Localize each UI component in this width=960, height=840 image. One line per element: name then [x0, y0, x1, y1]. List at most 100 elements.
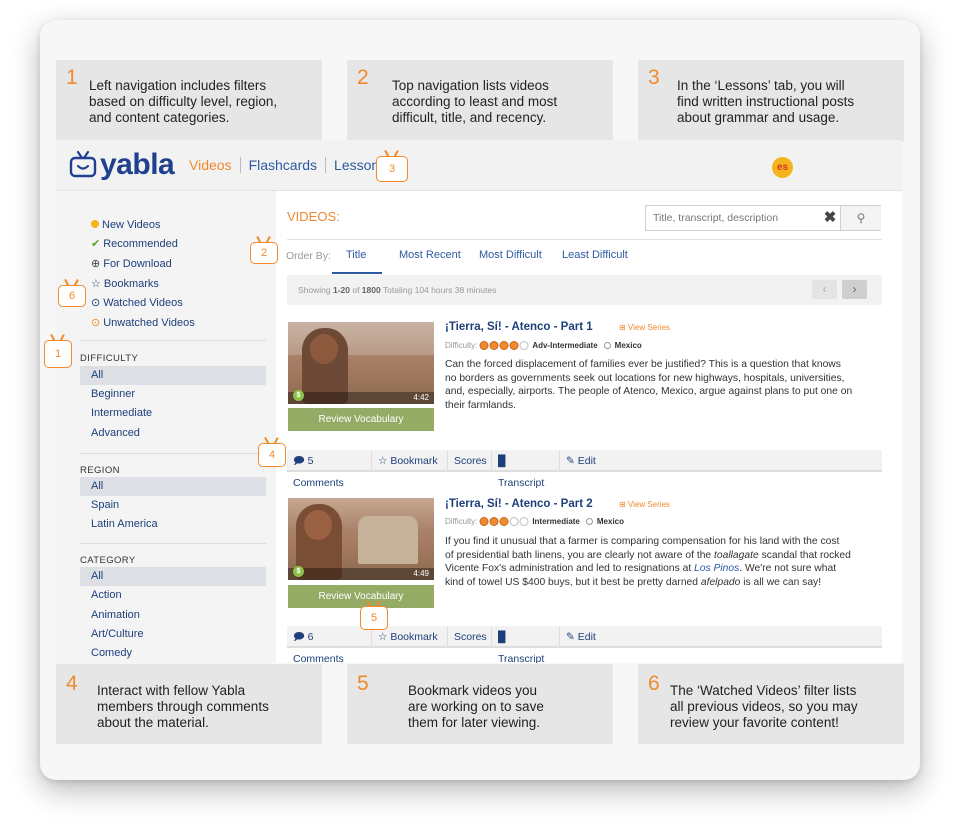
- next-page-button[interactable]: ›: [842, 280, 867, 299]
- category-comedy[interactable]: Comedy: [80, 644, 266, 663]
- search-icon[interactable]: ⚲: [840, 206, 881, 230]
- video-title[interactable]: ¡Tierra, Sí! - Atenco - Part 2: [445, 498, 593, 510]
- sidebar-divider: [80, 340, 266, 341]
- video-description: If you find it unusual that a farmer is …: [445, 536, 851, 588]
- los-pinos-link[interactable]: Los Pinos: [694, 563, 739, 574]
- callout-4: 4 Interact with fellow Yabla members thr…: [56, 664, 322, 744]
- document-icon: █: [498, 455, 506, 467]
- category-all[interactable]: All: [80, 567, 266, 586]
- marker-number: 6: [58, 285, 86, 307]
- rating-filled-icon: [499, 341, 509, 350]
- search-input[interactable]: [646, 206, 820, 230]
- transcript-button[interactable]: █ Transcript: [492, 450, 560, 489]
- filter-bookmarks[interactable]: ☆ Bookmarks: [91, 277, 159, 291]
- header-divider: [287, 239, 882, 240]
- difficulty-intermediate[interactable]: Intermediate: [80, 404, 266, 423]
- clear-icon[interactable]: ✖: [820, 206, 840, 230]
- video-title[interactable]: ¡Tierra, Sí! - Atenco - Part 1: [445, 321, 593, 333]
- search-box: ✖ ⚲: [645, 205, 881, 231]
- difficulty-rating-icon: [479, 517, 529, 526]
- sidebar-divider: [80, 543, 266, 544]
- marker-3: 3: [376, 150, 408, 184]
- scores-button[interactable]: Scores: [448, 626, 492, 648]
- callout-text: The ‘Watched Videos’ filter lists: [670, 683, 857, 698]
- marker-number: 3: [376, 156, 408, 182]
- rating-filled-icon: [489, 341, 499, 350]
- category-action[interactable]: Action: [80, 586, 266, 605]
- callout-number: 2: [357, 66, 369, 89]
- category-art-culture[interactable]: Art/Culture: [80, 625, 266, 644]
- results-bar: Showing 1-20 of 1800 Totaling 104 hours …: [287, 275, 882, 305]
- region-latin-america[interactable]: Latin America: [80, 515, 266, 534]
- order-tab-least-difficult[interactable]: Least Difficult: [562, 249, 628, 261]
- tv-logo-icon: [69, 150, 97, 178]
- marker-2: 2: [250, 236, 278, 266]
- difficulty-beginner[interactable]: Beginner: [80, 385, 266, 404]
- review-vocabulary-button[interactable]: Review Vocabulary: [288, 408, 434, 431]
- difficulty-all[interactable]: All: [80, 366, 266, 385]
- video-thumbnail[interactable]: $ 4:49: [288, 498, 434, 580]
- order-tab-most-recent[interactable]: Most Recent: [399, 249, 461, 261]
- callout-text: Bookmark videos you: [408, 683, 538, 698]
- check-icon: ✔: [91, 238, 101, 250]
- marker-number: 5: [360, 606, 388, 630]
- coin-icon: $: [293, 390, 304, 401]
- clock-icon: ⊙: [91, 297, 101, 309]
- video-description: Can the forced displacement of families …: [445, 359, 853, 411]
- scores-button[interactable]: Scores: [448, 450, 492, 472]
- video-thumbnail[interactable]: $ 4:42: [288, 322, 434, 404]
- filter-new-videos[interactable]: New Videos: [91, 218, 161, 232]
- comments-button[interactable]: 🗩 5 Comments: [287, 450, 372, 489]
- difficulty-rating-icon: [479, 341, 529, 350]
- callout-number: 5: [357, 672, 369, 695]
- marker-4: 4: [258, 437, 286, 469]
- region-spain[interactable]: Spain: [80, 496, 266, 515]
- callout-text: based on difficulty level, region,: [89, 94, 278, 109]
- prev-page-button[interactable]: ‹: [812, 280, 837, 299]
- category-animation[interactable]: Animation: [80, 606, 266, 625]
- rating-empty-icon: [509, 517, 519, 526]
- bookmark-button[interactable]: ☆ Bookmark: [372, 450, 448, 472]
- clock-orange-icon: ⊙: [91, 317, 101, 329]
- language-badge[interactable]: es: [772, 157, 793, 178]
- callout-text: Left navigation includes filters: [89, 78, 267, 93]
- globe-icon: [585, 517, 593, 525]
- marker-number: 2: [250, 242, 278, 264]
- marker-number: 4: [258, 443, 286, 467]
- callout-5: 5 Bookmark videos you are working on to …: [347, 664, 613, 744]
- callout-text: all previous videos, so you may: [670, 699, 858, 714]
- comments-icon: 🗩: [293, 631, 305, 643]
- marker-5: 5: [360, 600, 388, 632]
- nav-videos[interactable]: Videos: [189, 157, 241, 173]
- difficulty-advanced[interactable]: Advanced: [80, 424, 266, 443]
- rating-filled-icon: [489, 517, 499, 526]
- globe-icon: [603, 341, 611, 349]
- region-heading: REGION: [80, 465, 120, 476]
- filter-for-download[interactable]: ⊕ For Download: [91, 257, 172, 271]
- order-tab-most-difficult[interactable]: Most Difficult: [479, 249, 542, 261]
- nav-flashcards[interactable]: Flashcards: [241, 157, 327, 173]
- callout-text: according to least and most: [392, 94, 558, 109]
- callout-text: about grammar and usage.: [677, 110, 840, 125]
- active-tab-underline: [332, 272, 382, 274]
- star-outline-icon: ☆: [378, 455, 388, 467]
- yabla-logo[interactable]: yabla: [68, 148, 175, 182]
- sidebar-divider: [80, 453, 266, 454]
- filter-recommended[interactable]: ✔ Recommended: [91, 237, 178, 251]
- rating-filled-icon: [499, 517, 509, 526]
- filter-watched-videos[interactable]: ⊙ Watched Videos: [91, 296, 183, 310]
- callout-number: 4: [66, 672, 78, 695]
- region-all[interactable]: All: [80, 477, 266, 496]
- edit-button[interactable]: ✎ Edit: [560, 450, 610, 472]
- transcript-button[interactable]: █ Transcript: [492, 626, 560, 663]
- filter-unwatched-videos[interactable]: ⊙ Unwatched Videos: [91, 316, 195, 330]
- view-series-link[interactable]: ⊞ View Series: [619, 323, 670, 332]
- edit-button[interactable]: ✎ Edit: [560, 626, 610, 648]
- view-series-link[interactable]: ⊞ View Series: [619, 500, 670, 509]
- pencil-icon: ✎: [566, 455, 575, 467]
- order-tab-title[interactable]: Title: [346, 249, 366, 261]
- callout-1: 1 Left navigation includes filters based…: [56, 60, 322, 142]
- top-bar: yabla Videos Flashcards Lessons es: [56, 140, 902, 191]
- rating-filled-icon: [479, 517, 489, 526]
- callout-text: are working on to save: [408, 699, 544, 714]
